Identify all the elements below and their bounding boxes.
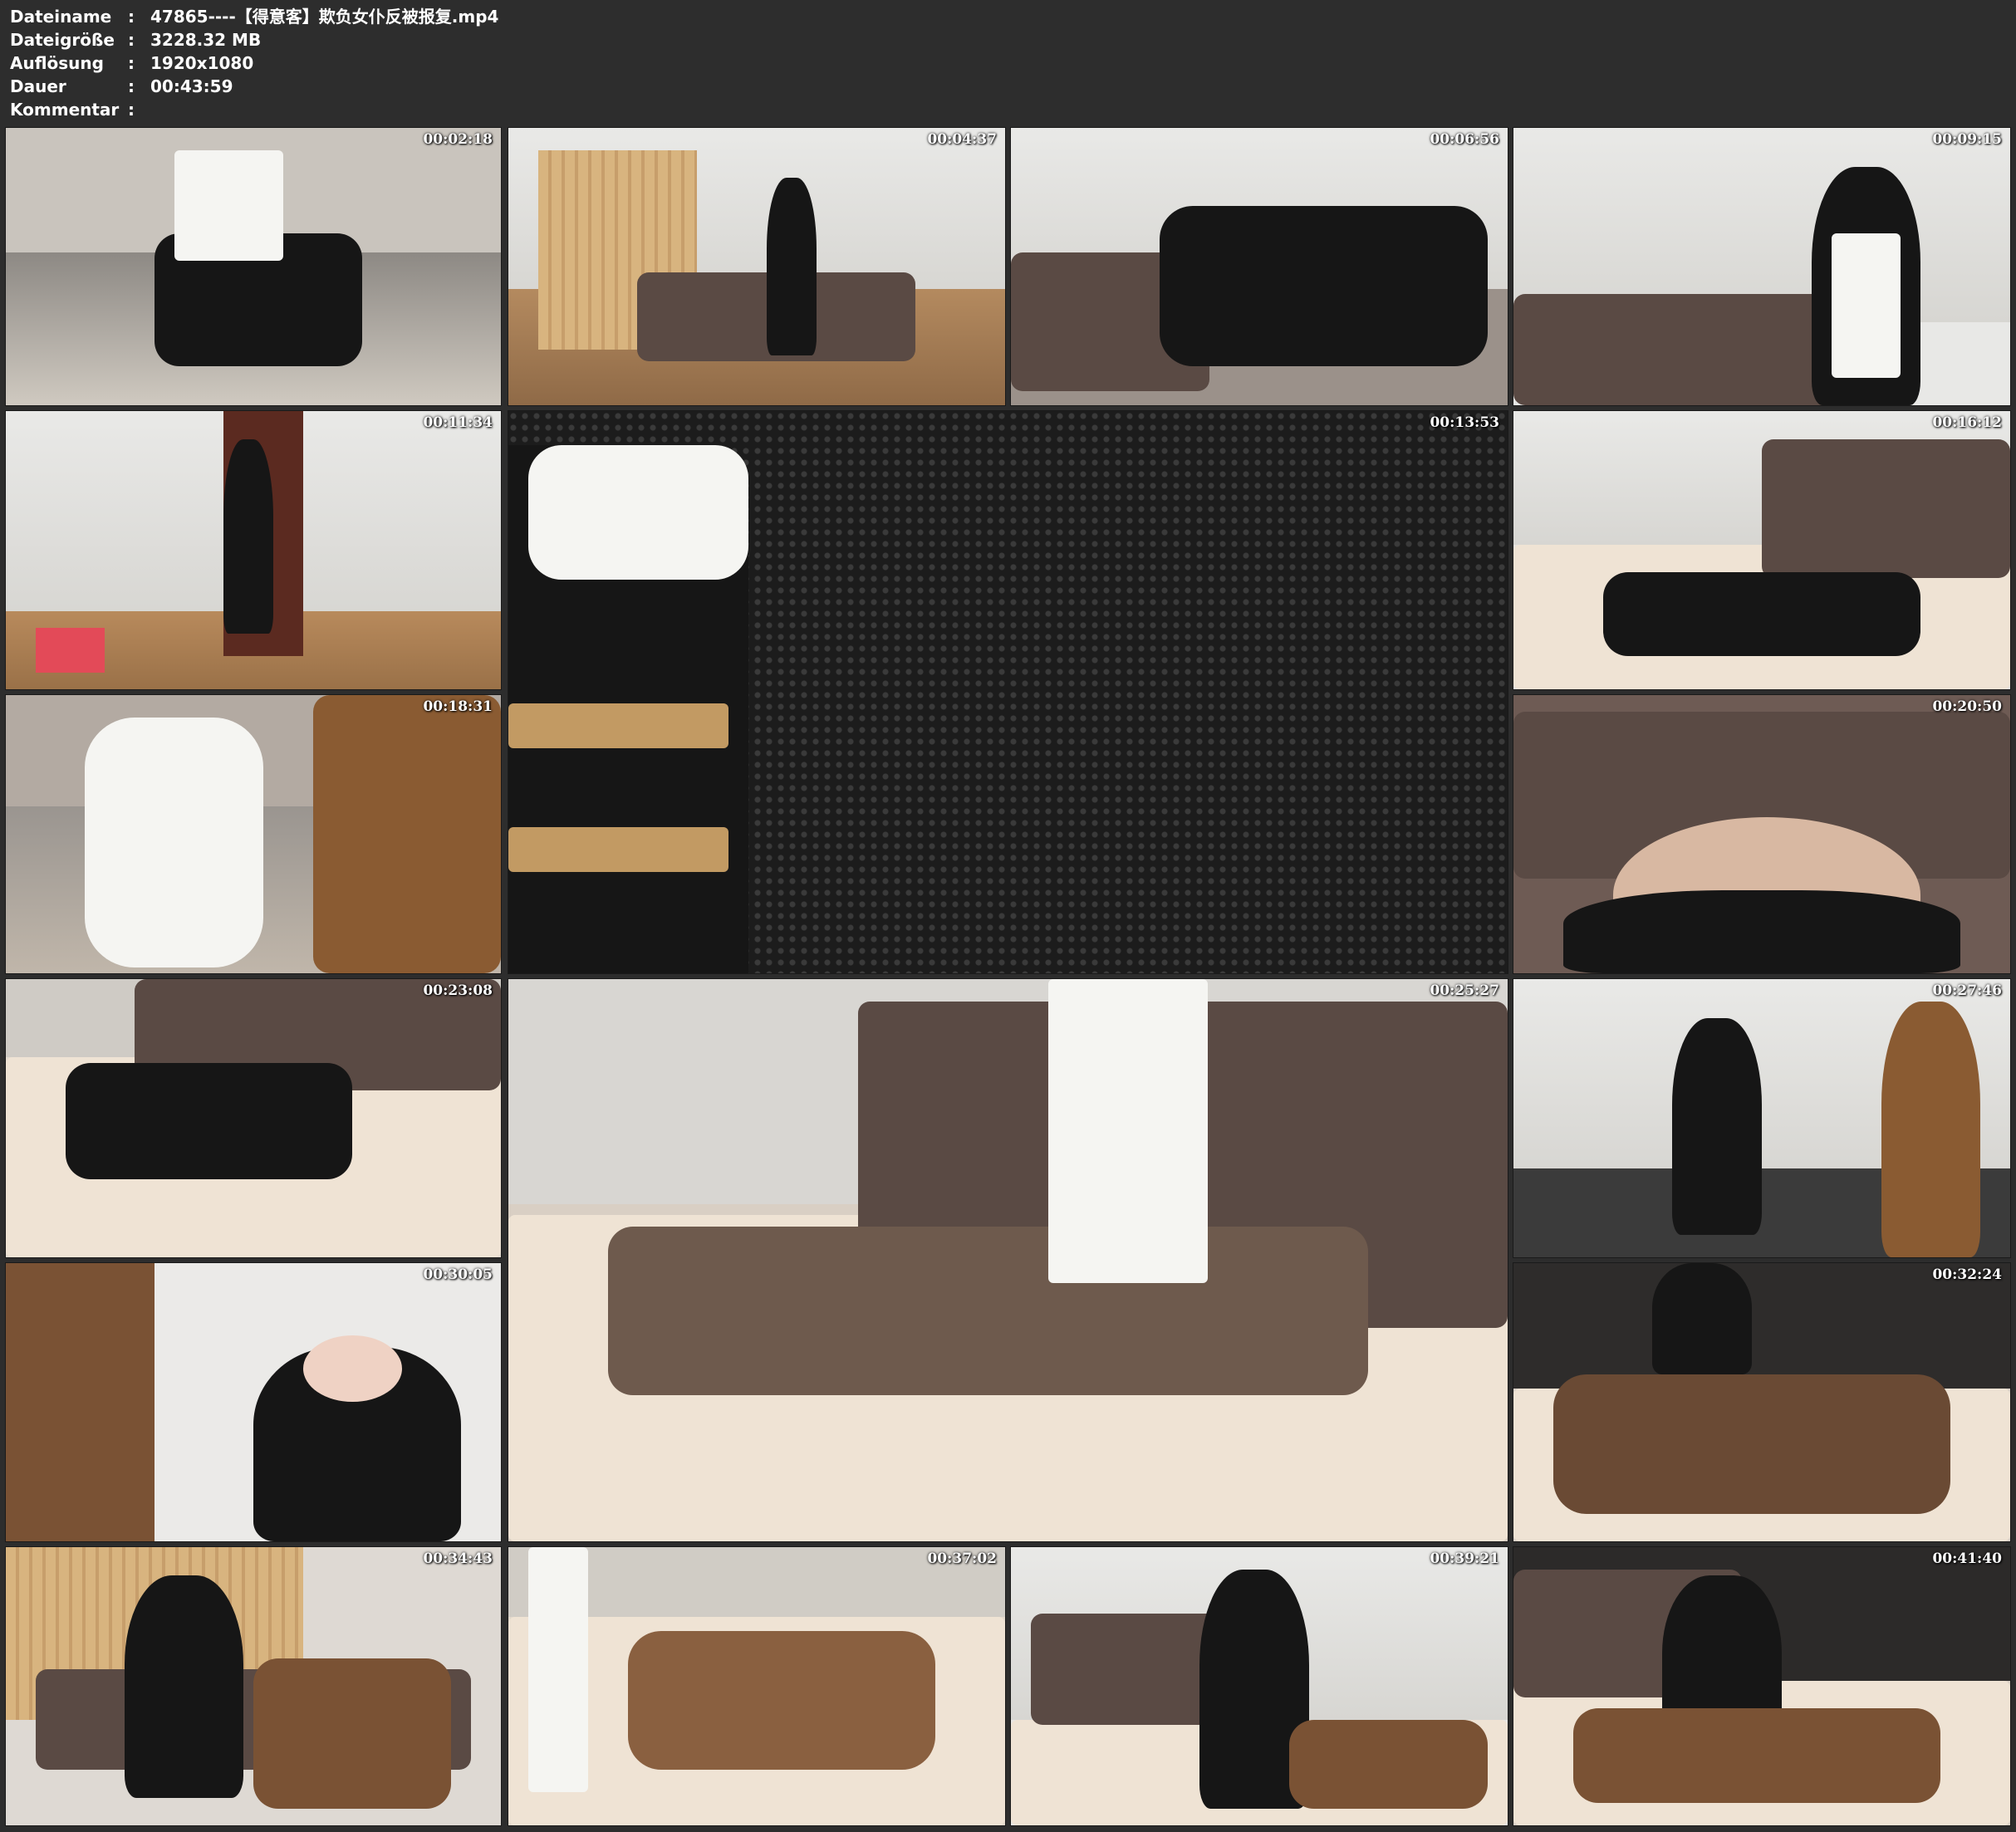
thumbnail-timestamp: 00:32:24 [1932, 1266, 2002, 1283]
info-key: Dateigröße [10, 30, 115, 50]
file-info-panel: Dateiname : 47865----【得意客】欺负女仆反被报复.mp4 D… [10, 5, 498, 121]
figure [1602, 572, 1921, 656]
video-thumbnail: 00:16:12 [1513, 410, 2011, 690]
thumbnail-timestamp: 00:41:40 [1932, 1550, 2002, 1567]
figure [766, 178, 817, 355]
figure [1552, 1374, 1951, 1514]
wall [1513, 128, 2010, 322]
video-thumbnail: 00:41:40 [1513, 1546, 2011, 1826]
thumbnail-timestamp: 00:34:43 [423, 1550, 493, 1567]
thumbnail-timestamp: 00:09:15 [1932, 131, 2002, 148]
video-thumbnail: 00:06:56 [1010, 127, 1508, 406]
video-thumbnail: 00:09:15 [1513, 127, 2011, 406]
thumbnail-timestamp: 00:04:37 [927, 131, 997, 148]
info-row-duration: Dauer : 00:43:59 [10, 75, 498, 98]
figure [1160, 205, 1489, 367]
sofa [1513, 294, 1861, 405]
info-key: Auflösung [10, 53, 104, 73]
video-thumbnail: 00:37:02 [508, 1546, 1006, 1826]
info-key: Dateiname [10, 7, 112, 27]
info-colon: : [128, 30, 135, 50]
video-thumbnail: 00:34:43 [5, 1546, 502, 1826]
thumbnail-timestamp: 00:16:12 [1932, 414, 2002, 431]
thumbnail-timestamp: 00:11:34 [423, 414, 493, 431]
legs [1047, 979, 1209, 1283]
thumbnail-timestamp: 00:30:05 [423, 1266, 493, 1283]
rope [508, 703, 728, 749]
figure [125, 1575, 244, 1798]
sofa [1762, 438, 2010, 578]
figure [312, 695, 501, 973]
figure [6, 1263, 155, 1541]
figure [608, 1226, 1368, 1395]
info-row-filename: Dateiname : 47865----【得意客】欺负女仆反被报复.mp4 [10, 5, 498, 28]
info-colon: : [128, 7, 135, 27]
legs [527, 1547, 588, 1792]
info-row-filesize: Dateigröße : 3228.32 MB [10, 28, 498, 51]
thumbnail-timestamp: 00:13:53 [1430, 414, 1499, 431]
video-thumbnail: 00:25:27 [508, 978, 1508, 1542]
info-row-resolution: Auflösung : 1920x1080 [10, 51, 498, 75]
thumbnail-timestamp: 00:18:31 [423, 698, 493, 715]
figure [253, 1658, 452, 1809]
thumbnail-timestamp: 00:25:27 [1430, 982, 1499, 999]
thumbnail-timestamp: 00:37:02 [927, 1550, 997, 1567]
info-value: 00:43:59 [150, 76, 233, 96]
figure [1672, 1017, 1762, 1236]
video-thumbnail: 00:11:34 [5, 410, 502, 690]
thumbnail-timestamp: 00:20:50 [1932, 698, 2002, 715]
figure [1288, 1719, 1489, 1809]
figure [1652, 1263, 1753, 1374]
info-row-comment: Kommentar : [10, 98, 498, 121]
video-thumbnail: 00:23:08 [5, 978, 502, 1258]
thumbnail-timestamp: 00:02:18 [423, 131, 493, 148]
thumbnail-timestamp: 00:39:21 [1430, 1550, 1499, 1567]
rope [508, 826, 728, 873]
video-thumbnail: 00:04:37 [508, 127, 1006, 406]
figure [65, 1062, 353, 1180]
figure [627, 1630, 936, 1770]
info-value: 1920x1080 [150, 53, 254, 73]
info-colon: : [128, 76, 135, 96]
sock [85, 717, 263, 968]
video-thumbnail: 00:39:21 [1010, 1546, 1508, 1826]
info-key: Kommentar [10, 100, 120, 120]
video-thumbnail: 00:27:46 [1513, 978, 2011, 1258]
apron [1831, 233, 1901, 378]
video-thumbnail: 00:32:24 [1513, 1262, 2011, 1542]
info-colon: : [128, 100, 135, 120]
video-thumbnail: 00:13:53 [508, 410, 1508, 974]
info-value: 3228.32 MB [150, 30, 262, 50]
figure [1572, 1708, 1941, 1804]
video-thumbnail: 00:20:50 [1513, 694, 2011, 974]
video-thumbnail: 00:30:05 [5, 1262, 502, 1542]
info-colon: : [128, 53, 135, 73]
figure [223, 438, 273, 634]
info-value: 47865----【得意客】欺负女仆反被报复.mp4 [150, 7, 499, 27]
video-thumbnail: 00:18:31 [5, 694, 502, 974]
figure [1562, 889, 1961, 973]
figure [1881, 1001, 1981, 1257]
stool [35, 628, 105, 673]
face [302, 1335, 402, 1403]
thumbnail-timestamp: 00:06:56 [1430, 131, 1499, 148]
thumbnail-timestamp: 00:27:46 [1932, 982, 2002, 999]
thumbnail-timestamp: 00:23:08 [423, 982, 493, 999]
sock [174, 149, 283, 262]
ruffle [528, 444, 748, 580]
video-thumbnail: 00:02:18 [5, 127, 502, 406]
info-key: Dauer [10, 76, 66, 96]
